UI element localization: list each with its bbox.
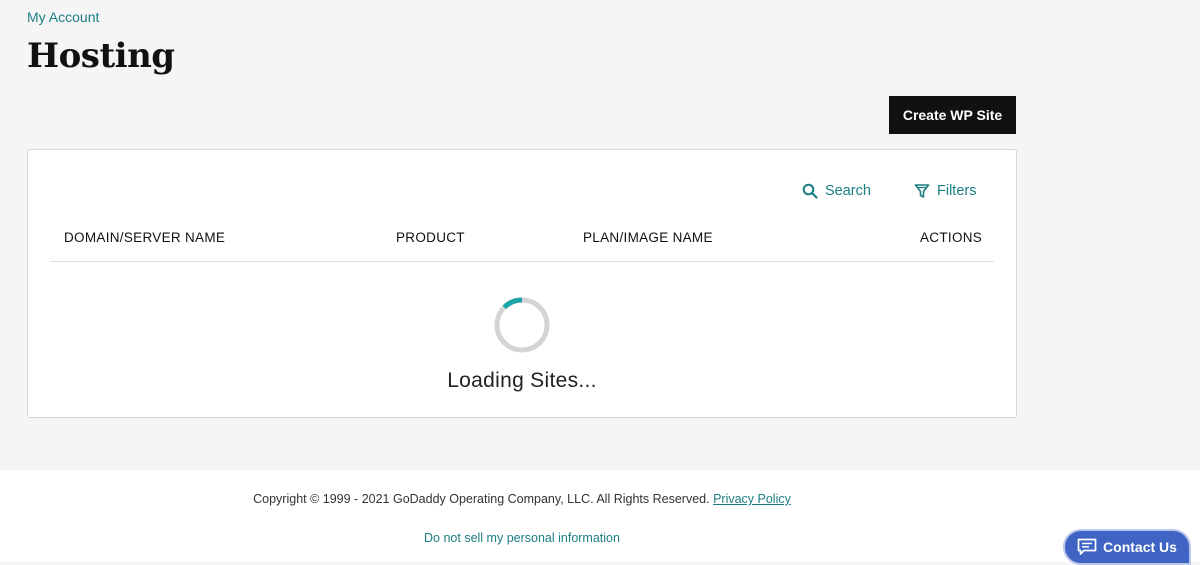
loading-text: Loading Sites... [447, 369, 597, 392]
loading-spinner-icon [494, 297, 550, 353]
privacy-policy-link[interactable]: Privacy Policy [713, 492, 791, 506]
hosting-table-card: Search Filters DOMAIN/SERVER NAME PRODUC… [27, 149, 1017, 418]
search-label: Search [825, 183, 871, 199]
header-divider [50, 261, 994, 262]
contact-us-label: Contact Us [1103, 539, 1177, 555]
column-header-plan[interactable]: PLAN/IMAGE NAME [583, 230, 713, 245]
filters-button[interactable]: Filters [914, 183, 976, 199]
search-button[interactable]: Search [802, 183, 871, 199]
filter-icon [914, 183, 930, 199]
column-header-domain[interactable]: DOMAIN/SERVER NAME [64, 230, 225, 245]
page-title: Hosting [27, 36, 175, 76]
main-area: My Account Hosting Create WP Site Search… [0, 0, 1200, 470]
copyright-line: Copyright © 1999 - 2021 GoDaddy Operatin… [0, 492, 1044, 506]
filters-label: Filters [937, 183, 977, 199]
copyright-text: Copyright © 1999 - 2021 GoDaddy Operatin… [253, 492, 710, 506]
footer: Copyright © 1999 - 2021 GoDaddy Operatin… [0, 470, 1200, 562]
column-header-actions: ACTIONS [920, 230, 983, 245]
contact-us-button[interactable]: Contact Us [1063, 529, 1191, 565]
do-not-sell-link[interactable]: Do not sell my personal information [0, 531, 1044, 545]
chat-bubble-icon [1077, 538, 1097, 556]
search-icon [802, 183, 818, 199]
create-wp-site-button[interactable]: Create WP Site [889, 96, 1016, 134]
breadcrumb-my-account[interactable]: My Account [27, 9, 99, 25]
column-header-product[interactable]: PRODUCT [396, 230, 465, 245]
